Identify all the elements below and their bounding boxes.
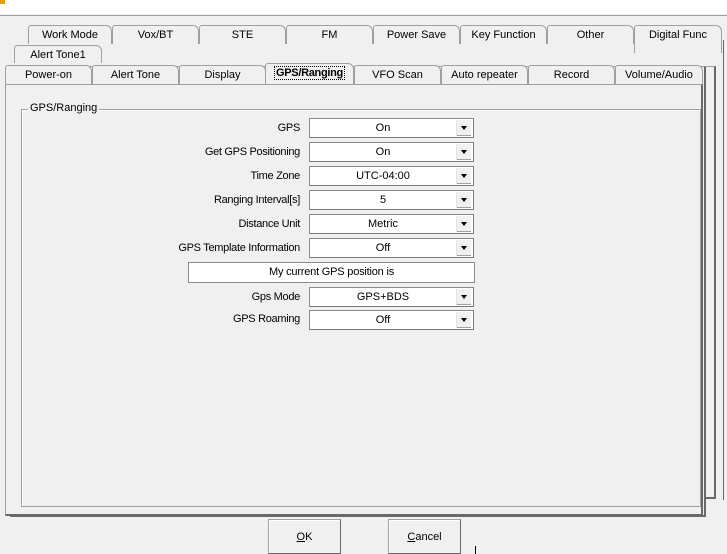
label-gps-mode: Gps Mode — [251, 291, 301, 303]
tab-volume-audio[interactable]: Volume/Audio — [615, 65, 703, 84]
tab-alert-tone1[interactable]: Alert Tone1 — [14, 45, 102, 63]
gps-roaming-select[interactable]: Off — [309, 310, 474, 330]
tab-power-save[interactable]: Power Save — [373, 25, 460, 44]
chevron-down-icon[interactable] — [456, 240, 472, 256]
title-separator — [0, 15, 727, 16]
app-icon — [0, 0, 5, 4]
text-cursor — [475, 546, 476, 554]
chevron-down-icon[interactable] — [456, 168, 472, 184]
title-bar — [0, 0, 727, 14]
label-ranging-interval: Ranging Interval[s] — [213, 194, 300, 206]
gps-select[interactable]: On — [309, 118, 474, 138]
cancel-button[interactable]: Cancel — [388, 519, 461, 554]
chevron-down-icon[interactable] — [456, 216, 472, 232]
chevron-down-icon[interactable] — [456, 144, 472, 160]
chevron-down-icon[interactable] — [456, 312, 472, 328]
label-gps-roaming: GPS Roaming — [232, 313, 300, 325]
ok-button[interactable]: OK — [268, 519, 341, 554]
tab-ste[interactable]: STE — [199, 25, 286, 44]
chevron-down-icon[interactable] — [456, 289, 472, 305]
label-gps: GPS — [277, 122, 301, 134]
tab-vox-bt[interactable]: Vox/BT — [112, 25, 199, 44]
ranging-interval-select[interactable]: 5 — [309, 190, 474, 210]
chevron-down-icon[interactable] — [456, 120, 472, 136]
label-time-zone: Time Zone — [250, 170, 301, 182]
time-zone-select[interactable]: UTC-04:00 — [309, 166, 474, 186]
tab-key-function[interactable]: Key Function — [460, 25, 547, 44]
tab-digital-func[interactable]: Digital Func — [634, 25, 722, 53]
tab-vfo-scan[interactable]: VFO Scan — [354, 65, 441, 84]
gps-template-information-select[interactable]: Off — [309, 238, 474, 258]
group-label: GPS/Ranging — [28, 102, 100, 114]
gps-mode-select[interactable]: GPS+BDS — [309, 287, 474, 307]
gps-template-text-input[interactable]: My current GPS position is — [188, 262, 475, 283]
label-gps-template-information: GPS Template Information — [178, 242, 300, 254]
tab-alert-tone[interactable]: Alert Tone — [92, 65, 179, 84]
tab-display[interactable]: Display — [179, 65, 266, 84]
tab-fm[interactable]: FM — [286, 25, 373, 44]
label-get-gps-positioning: Get GPS Positioning — [204, 146, 300, 158]
panel-edge-right — [721, 40, 724, 500]
tab-work-mode[interactable]: Work Mode — [28, 25, 112, 44]
tab-record[interactable]: Record — [528, 65, 615, 84]
tab-power-on[interactable]: Power-on — [5, 65, 92, 84]
get-gps-positioning-select[interactable]: On — [309, 142, 474, 162]
distance-unit-select[interactable]: Metric — [309, 214, 474, 234]
tab-gps-ranging[interactable]: GPS/Ranging — [265, 63, 354, 84]
label-distance-unit: Distance Unit — [238, 218, 300, 230]
tab-auto-repeater[interactable]: Auto repeater — [441, 65, 528, 84]
tab-other[interactable]: Other — [547, 25, 634, 44]
chevron-down-icon[interactable] — [456, 192, 472, 208]
